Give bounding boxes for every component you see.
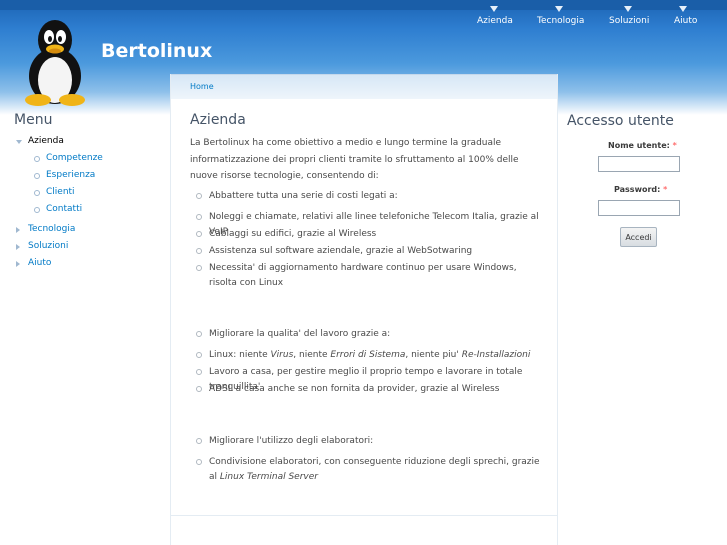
breadcrumb: Home: [171, 74, 557, 99]
login-title: Accesso utente: [567, 113, 674, 129]
password-label-text: Password:: [614, 185, 661, 194]
leaf-bullet-icon: [34, 156, 40, 162]
primary-link-indicator-icon: [490, 6, 498, 12]
leaf-bullet-icon: [34, 173, 40, 179]
text-fragment-italic: Re-Installazioni: [461, 350, 531, 360]
collapsed-icon: [16, 244, 20, 250]
collapsed-icon: [16, 227, 20, 233]
list-item: Migliorare l'utilizzo degli elaboratori:: [209, 436, 374, 446]
list-bullet-icon: [196, 265, 202, 271]
sidebar-item-contatti[interactable]: Contatti: [46, 204, 82, 214]
list-item: ADSL a casa anche se non fornita da prov…: [209, 384, 500, 394]
primary-link-azienda[interactable]: Azienda: [477, 16, 513, 26]
list-bullet-icon: [196, 214, 202, 220]
list-bullet-icon: [196, 438, 202, 444]
sidebar-item-competenze[interactable]: Competenze: [46, 153, 103, 163]
required-mark: *: [663, 185, 668, 194]
primary-link-indicator-icon: [624, 6, 632, 12]
sidebar-item-clienti[interactable]: Clienti: [46, 187, 75, 197]
sidebar-item-azienda[interactable]: Azienda: [28, 136, 64, 146]
text-fragment: , niente: [293, 350, 331, 360]
primary-links: Azienda Tecnologia Soluzioni Aiuto: [0, 6, 727, 36]
required-mark: *: [672, 141, 677, 150]
list-bullet-icon: [196, 369, 202, 375]
list-bullet-icon: [196, 331, 202, 337]
intro-paragraph: La Bertolinux ha come obiettivo a medio …: [190, 138, 519, 181]
text-fragment-italic: Errori di Sistema: [330, 350, 406, 360]
list-bullet-icon: [196, 386, 202, 392]
list-bullet-icon: [196, 459, 202, 465]
login-button[interactable]: Accedi: [620, 227, 657, 247]
main-content: Home Azienda La Bertolinux ha come obiet…: [170, 74, 558, 545]
sidebar-item-soluzioni[interactable]: Soluzioni: [28, 241, 68, 251]
list-item: Migliorare la qualita' del lavoro grazie…: [209, 329, 391, 339]
list-item: Assistenza sul software aziendale, grazi…: [209, 246, 473, 256]
list-item: Cablaggi su edifici, grazie al Wireless: [209, 229, 377, 239]
sidebar-item-aiuto[interactable]: Aiuto: [28, 258, 51, 268]
list-item: Abbattere tutta una serie di costi legat…: [209, 191, 398, 201]
menu-title: Menu: [14, 112, 53, 128]
password-field[interactable]: [598, 200, 680, 216]
text-fragment-italic: Linux Terminal Server: [219, 472, 318, 482]
list-bullet-icon: [196, 231, 202, 237]
list-item: Linux: niente Virus, niente Errori di Si…: [209, 348, 541, 363]
primary-link-indicator-icon: [555, 6, 563, 12]
page-title: Azienda: [190, 112, 246, 128]
collapsed-icon: [16, 261, 20, 267]
list-item: Condivisione elaboratori, con conseguent…: [209, 455, 541, 485]
text-fragment: , niente piu': [405, 350, 462, 360]
sidebar-item-tecnologia[interactable]: Tecnologia: [28, 224, 75, 234]
breadcrumb-home-link[interactable]: Home: [190, 82, 214, 91]
list-item: Necessita' di aggiornamento hardware con…: [209, 263, 517, 288]
primary-link-soluzioni[interactable]: Soluzioni: [609, 16, 649, 26]
primary-link-indicator-icon: [679, 6, 687, 12]
leaf-bullet-icon: [34, 190, 40, 196]
list-bullet-icon: [196, 193, 202, 199]
list-bullet-icon: [196, 352, 202, 358]
primary-link-tecnologia[interactable]: Tecnologia: [537, 16, 584, 26]
username-field[interactable]: [598, 156, 680, 172]
password-label: Password: *: [614, 185, 667, 194]
text-fragment-italic: Virus: [270, 350, 294, 360]
primary-link-aiuto[interactable]: Aiuto: [674, 16, 697, 26]
leaf-bullet-icon: [34, 207, 40, 213]
divider: [171, 515, 557, 516]
list-bullet-icon: [196, 248, 202, 254]
username-label: Nome utente: *: [608, 141, 677, 150]
expanded-icon: [16, 140, 22, 144]
text-fragment: Linux: niente: [209, 350, 271, 360]
sidebar-item-esperienza[interactable]: Esperienza: [46, 170, 95, 180]
username-label-text: Nome utente:: [608, 141, 670, 150]
site-name-link[interactable]: Bertolinux: [101, 40, 212, 62]
